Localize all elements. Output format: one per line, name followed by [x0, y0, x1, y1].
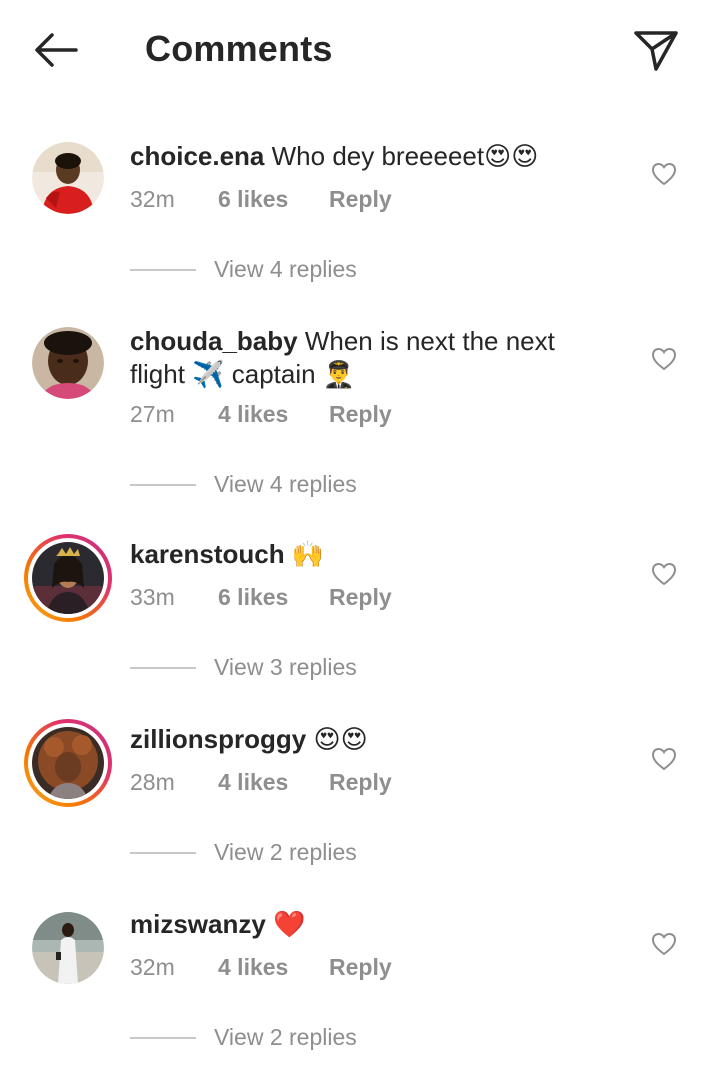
divider-line: [130, 268, 196, 271]
reply-button[interactable]: Reply: [329, 954, 392, 981]
comment-time: 32m: [130, 186, 175, 212]
red-heart-emoji: ❤️: [273, 910, 306, 940]
heart-icon: [651, 347, 677, 371]
comment-meta: 27m 4 likes Reply: [130, 401, 392, 428]
reply-button[interactable]: Reply: [329, 401, 392, 428]
heart-eyes-emoji: 😍😍: [313, 725, 368, 755]
share-button[interactable]: [628, 24, 684, 76]
comment-message-continued: captain: [231, 359, 316, 389]
view-replies-label: View 4 replies: [214, 256, 357, 282]
reply-button[interactable]: Reply: [329, 186, 392, 213]
divider-line: [130, 483, 196, 486]
avatar[interactable]: [32, 142, 104, 214]
comment-meta: 33m 6 likes Reply: [130, 584, 392, 611]
divider-line: [130, 851, 196, 854]
comment-message: Who dey breeeeet: [271, 141, 485, 171]
heart-icon: [651, 562, 677, 586]
comment-time: 33m: [130, 584, 175, 610]
heart-icon: [651, 747, 677, 771]
comment-meta: 28m 4 likes Reply: [130, 769, 392, 796]
view-replies-label: View 3 replies: [214, 654, 357, 680]
comment-text: choice.ena Who dey breeeeet😍😍: [130, 140, 600, 174]
view-replies-label: View 2 replies: [214, 839, 357, 865]
page-title: Comments: [145, 28, 333, 69]
header-bar: Comments: [0, 0, 720, 100]
view-replies-label: View 4 replies: [214, 471, 357, 497]
comment-text: zillionsproggy 😍😍: [130, 723, 600, 757]
divider-line: [130, 1036, 196, 1039]
comment-time: 32m: [130, 954, 175, 980]
view-replies-label: View 2 replies: [214, 1024, 357, 1050]
view-replies-button[interactable]: View 3 replies: [130, 654, 357, 681]
view-replies-button[interactable]: View 2 replies: [130, 839, 357, 866]
likes-count[interactable]: 6 likes: [218, 584, 329, 611]
reply-button[interactable]: Reply: [329, 769, 392, 796]
back-button[interactable]: [28, 26, 84, 74]
view-replies-button[interactable]: View 4 replies: [130, 471, 357, 498]
like-button[interactable]: [648, 928, 680, 960]
comment-text: karenstouch 🙌: [130, 538, 600, 572]
comment-username[interactable]: zillionsproggy: [130, 724, 306, 754]
arrow-left-icon: [35, 33, 78, 67]
likes-count[interactable]: 6 likes: [218, 186, 329, 213]
pilot-emoji: 👨‍✈️: [322, 360, 356, 390]
likes-count[interactable]: 4 likes: [218, 401, 329, 428]
avatar-story-ring[interactable]: [24, 534, 112, 622]
heart-icon: [651, 932, 677, 956]
comment-text: mizswanzy ❤️: [130, 908, 600, 942]
comment-meta: 32m 6 likes Reply: [130, 186, 392, 213]
view-replies-button[interactable]: View 2 replies: [130, 1024, 357, 1051]
comment-meta: 32m 4 likes Reply: [130, 954, 392, 981]
raised-hands-emoji: 🙌: [291, 540, 325, 570]
like-button[interactable]: [648, 343, 680, 375]
divider-line: [130, 666, 196, 669]
comment-time: 27m: [130, 401, 175, 427]
view-replies-button[interactable]: View 4 replies: [130, 256, 357, 283]
comment-username[interactable]: choice.ena: [130, 141, 264, 171]
comment-username[interactable]: mizswanzy: [130, 909, 266, 939]
reply-button[interactable]: Reply: [329, 584, 392, 611]
paper-plane-icon: [634, 31, 678, 71]
likes-count[interactable]: 4 likes: [218, 954, 329, 981]
likes-count[interactable]: 4 likes: [218, 769, 329, 796]
comment-text: chouda_baby When is next the next flight…: [130, 325, 600, 392]
avatar[interactable]: [32, 912, 104, 984]
avatar[interactable]: [32, 327, 104, 399]
airplane-emoji: ✈️: [192, 360, 225, 390]
emoji: 😍😍: [484, 142, 539, 172]
heart-icon: [651, 162, 677, 186]
like-button[interactable]: [648, 158, 680, 190]
comment-username[interactable]: karenstouch: [130, 539, 285, 569]
comment-time: 28m: [130, 769, 175, 795]
like-button[interactable]: [648, 743, 680, 775]
comment-username[interactable]: chouda_baby: [130, 326, 298, 356]
like-button[interactable]: [648, 558, 680, 590]
avatar-story-ring[interactable]: [24, 719, 112, 807]
